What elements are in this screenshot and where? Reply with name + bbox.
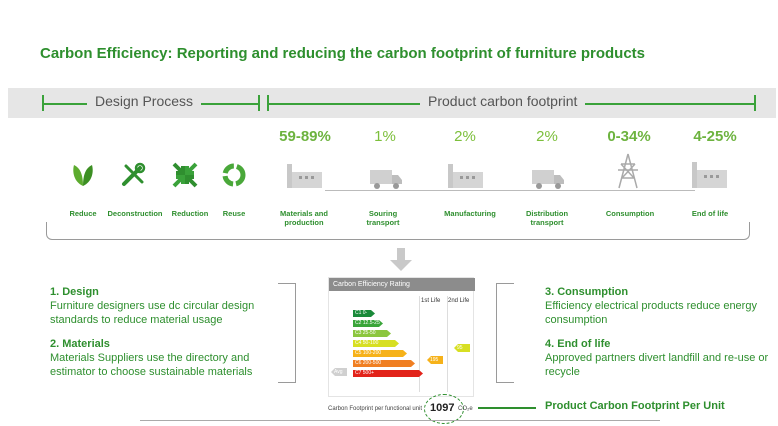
factory-icon — [448, 164, 483, 188]
overview-bracket — [46, 222, 750, 240]
second-life-label: 2nd Life — [448, 298, 470, 304]
design-end-tick — [258, 95, 260, 111]
pct-end-of-life: 4-25% — [693, 128, 737, 145]
bottom-rule — [140, 420, 660, 421]
rating-header: Carbon Efficiency Rating — [329, 278, 475, 291]
note-consumption-body: Efficiency electrical products reduce en… — [545, 300, 757, 326]
leaves-icon — [73, 165, 93, 186]
note-materials-body: Materials Suppliers use the directory an… — [50, 352, 253, 378]
left-bracket — [278, 283, 296, 383]
rating-band-3: C3 25-50 — [353, 330, 391, 337]
rating-band-6: C6 200-500 — [353, 360, 415, 367]
pcf-connector — [478, 407, 536, 409]
pct-consumption: 0-34% — [607, 128, 651, 145]
page-title: Carbon Efficiency: Reporting and reducin… — [40, 45, 646, 62]
rating-band-1: C1 0-12.5 — [353, 310, 375, 317]
product-footprint-label: Product carbon footprint — [420, 93, 586, 109]
note-design-body: Furniture designers use dc circular desi… — [50, 300, 255, 326]
product-carbon-footprint-label: Product Carbon Footprint Per Unit — [545, 400, 725, 412]
avg-marker: Avg — [331, 368, 347, 376]
pct-materials: 59-89% — [279, 128, 331, 145]
footprint-connector — [325, 190, 695, 191]
pct-souring: 1% — [374, 128, 396, 145]
rating-band-4: C4 50-100 — [353, 340, 399, 347]
footprint-value: 1097 — [430, 402, 455, 414]
rating-band-5: C5 100-200 — [353, 350, 407, 357]
note-end-of-life-body: Approved partners divert landfill and re… — [545, 352, 769, 378]
first-life-label: 1st Life — [421, 298, 441, 304]
footprint-label-consumption: Consumption — [605, 209, 655, 218]
footprint-label-end-of-life: End of life — [691, 209, 729, 218]
col-divider — [419, 296, 420, 392]
first-life-marker: 195 — [427, 356, 443, 364]
factory-icon — [692, 162, 727, 188]
power-tower-icon — [618, 153, 638, 189]
footprint-end-tick — [754, 95, 756, 111]
truck-icon — [532, 170, 564, 189]
note-design-heading: 1. Design — [50, 286, 99, 298]
rating-band-2: C2 12.5-25 — [353, 320, 383, 327]
second-life-marker: 95 — [454, 344, 470, 352]
recycle-icon — [222, 163, 246, 187]
arrows-inward-icon — [172, 162, 198, 188]
pct-manufacturing: 2% — [454, 128, 476, 145]
truck-icon — [370, 170, 402, 189]
rating-panel: Carbon Efficiency Rating 1st Life 2nd Li… — [328, 277, 475, 397]
down-arrow-icon — [390, 248, 412, 271]
factory-icon — [287, 164, 322, 188]
footprint-per-unit-label: Carbon Footprint per functional unit — [328, 406, 423, 412]
right-bracket — [496, 283, 514, 383]
rating-band-7: C7 500+ — [353, 370, 423, 377]
note-end-of-life-heading: 4. End of life — [545, 338, 611, 350]
note-materials-heading: 2. Materials — [50, 338, 110, 350]
col-divider — [447, 296, 448, 392]
footprint-unit: CO₂e — [458, 406, 473, 412]
tools-icon — [122, 162, 146, 186]
footprint-label-manufacturing: Manufacturing — [444, 209, 496, 218]
note-consumption-heading: 3. Consumption — [545, 286, 629, 298]
pct-distribution: 2% — [536, 128, 558, 145]
design-process-label: Design Process — [87, 93, 202, 109]
